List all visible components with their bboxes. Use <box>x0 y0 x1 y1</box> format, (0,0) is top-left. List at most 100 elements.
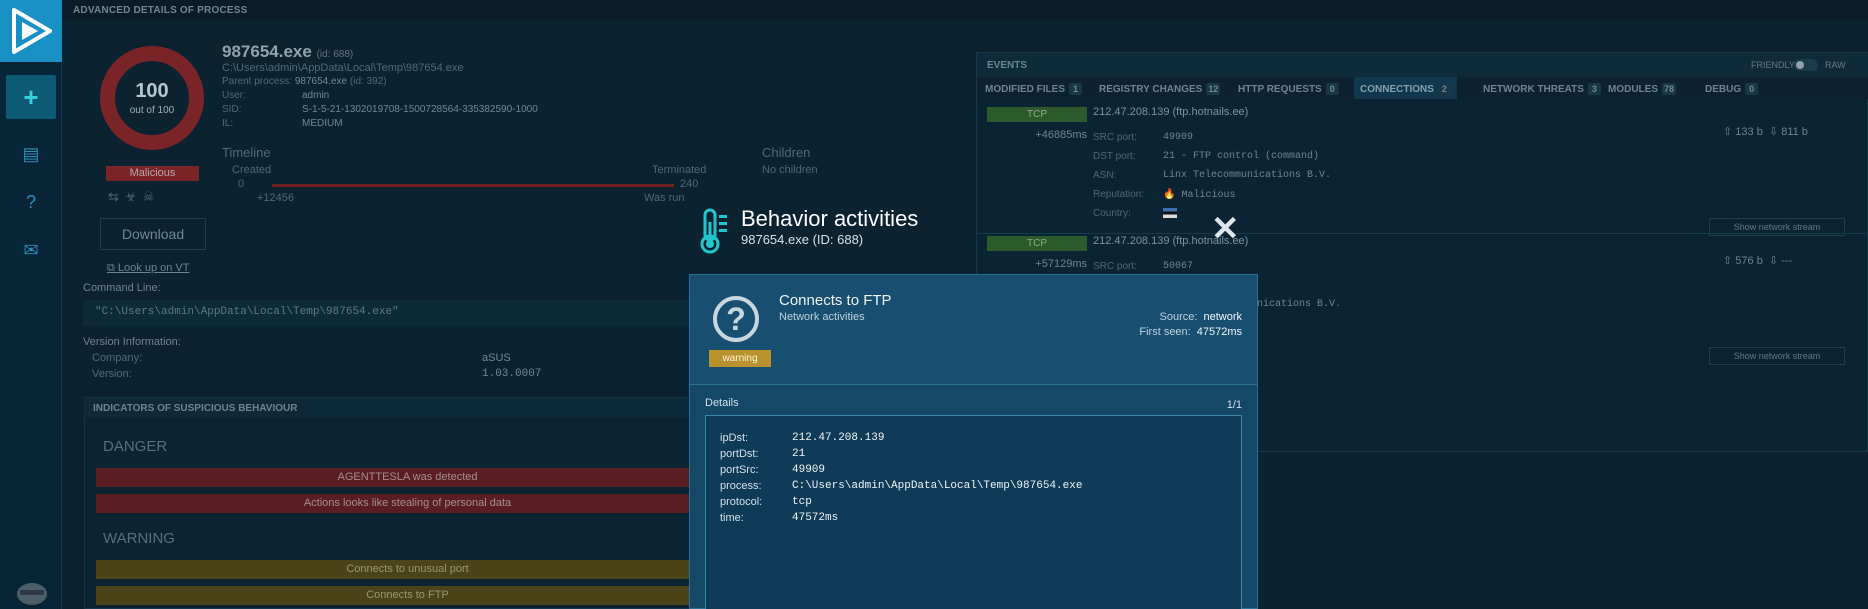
detail-row-portdst: portDst: 21 <box>720 448 806 460</box>
flag-icon <box>1163 208 1177 218</box>
spy-flag-icon: ☠ <box>142 189 161 204</box>
version-info-label: Version Information: <box>83 336 181 348</box>
command-line-value: "C:\Users\admin\AppData\Local\Temp\98765… <box>83 300 717 326</box>
behavior-card: ? Connects to FTP Network activities war… <box>689 274 1258 609</box>
indicator-danger-row[interactable]: AGENTTESLA was detected <box>96 468 719 487</box>
tab-registry-changes[interactable]: REGISTRY CHANGES 12 <box>1093 77 1226 99</box>
timeline-start-offset: +12456 <box>257 192 295 204</box>
country-row: Country: <box>1093 208 1177 219</box>
sidebar: + ▤ ? ✉ <box>0 0 62 609</box>
behavior-card-category: Network activities <box>779 311 865 323</box>
sid-row: SID: S-1-5-21-1302019708-1500728564-3353… <box>222 104 538 115</box>
version-row: Version: 1.03.0007 <box>92 368 542 380</box>
details-pagination: 1/1 <box>1226 399 1242 411</box>
connection-time: +46885ms <box>1035 129 1087 141</box>
help-icon: ? <box>25 191 36 212</box>
tab-network-threats[interactable]: NETWORK THREATS 3 <box>1477 77 1607 99</box>
danger-group-label: DANGER <box>103 438 168 455</box>
behavior-subtitle: 987654.exe (ID: 688) <box>741 232 864 247</box>
network-flag-icon: ⇆ <box>108 189 125 204</box>
verdict-badge: Malicious <box>106 166 199 181</box>
il-row: IL: MEDIUM <box>222 118 343 129</box>
protocol-badge: TCP <box>987 107 1087 122</box>
toggle-knob <box>1796 61 1804 69</box>
behavior-card-header: ? Connects to FTP Network activities war… <box>690 275 1257 385</box>
tab-modules[interactable]: MODULES 78 <box>1602 77 1682 99</box>
sidebar-reports-button[interactable]: ▤ <box>6 132 56 176</box>
friendly-mode-label: FRIENDLY <box>1751 60 1795 70</box>
sidebar-new-task-button[interactable]: + <box>6 75 56 119</box>
fire-icon: 🔥 <box>1163 190 1176 201</box>
view-mode-toggle[interactable] <box>1794 59 1818 71</box>
detail-row-ipdst: ipDst: 212.47.208.139 <box>720 432 885 444</box>
sidebar-contact-button[interactable]: ✉ <box>6 228 56 272</box>
events-header: EVENTS FRIENDLY RAW <box>977 53 1868 77</box>
timeline-terminated-value: 240 <box>680 178 699 190</box>
details-box: ipDst: 212.47.208.139 portDst: 21 portSrc:… <box>705 415 1242 609</box>
indicator-warning-row[interactable]: Connects to unusual port <box>96 560 719 579</box>
indicators-panel: INDICATORS OF SUSPICIOUS BEHAVIOUR DANGE… <box>84 397 719 609</box>
download-button[interactable]: Download <box>100 218 206 250</box>
first-seen-row: First seen: 47572ms <box>1139 326 1242 338</box>
show-network-stream-button[interactable]: Show network stream <box>1709 347 1845 365</box>
events-title: EVENTS <box>987 60 1028 71</box>
timeline-title: Timeline <box>222 145 271 160</box>
upload-icon: ⇧ <box>1723 255 1733 267</box>
details-label: Details <box>705 397 739 409</box>
detail-row-portsrc: portSrc: 49909 <box>720 464 826 476</box>
timeline-was-run: Was run <box>644 192 685 204</box>
timeline-created-value: 0 <box>238 178 245 190</box>
indicator-danger-row[interactable]: Actions looks like stealing of personal … <box>96 494 719 513</box>
app-root: + ▤ ? ✉ ADVANCED DETAILS OF PROCESS 100 … <box>0 0 1868 609</box>
upload-icon: ⇧ <box>1723 126 1733 138</box>
children-value: No children <box>762 164 818 176</box>
mascot-icon <box>17 583 47 605</box>
sidebar-help-button[interactable]: ? <box>6 180 56 224</box>
score-value: 100 <box>135 80 169 102</box>
connection-bytes: ⇧ 576 b ⇩ --- <box>1723 255 1793 267</box>
close-overlay-button[interactable]: ✕ <box>1211 212 1240 246</box>
tab-debug[interactable]: DEBUG 0 <box>1699 77 1764 99</box>
timeline-bar <box>272 184 674 187</box>
src-port-row: SRC port: 49909 <box>1093 132 1194 143</box>
detail-row-process: process: C:\Users\admin\AppData\Local\Tem… <box>720 480 1083 492</box>
children-title: Children <box>762 145 811 160</box>
plus-icon: + <box>23 81 39 112</box>
download-icon: ⇩ <box>1768 126 1779 138</box>
behavior-card-title: Connects to FTP <box>779 292 892 309</box>
mail-icon: ✉ <box>23 239 39 260</box>
indicators-title: INDICATORS OF SUSPICIOUS BEHAVIOUR <box>85 398 719 418</box>
severity-badge: warning <box>709 350 771 367</box>
connection-bytes: ⇧ 133 b ⇩ 811 b <box>1723 126 1808 138</box>
thermometer-icon <box>700 208 727 254</box>
download-icon: ⇩ <box>1768 255 1779 267</box>
page-title: ADVANCED DETAILS OF PROCESS <box>73 5 248 16</box>
page-header: ADVANCED DETAILS OF PROCESS <box>62 0 1868 20</box>
tab-connections[interactable]: CONNECTIONS 2 <box>1354 77 1457 99</box>
timeline-created-label: Created <box>232 164 272 176</box>
biohazard-flag-icon: ☣ <box>124 189 143 204</box>
external-link-icon: ⧉ <box>107 262 115 274</box>
score-subtitle: out of 100 <box>129 105 175 116</box>
indicator-warning-row[interactable]: Connects to FTP <box>96 586 719 605</box>
connection-host: 212.47.208.139 (ftp.hotnails.ee) <box>1093 106 1249 118</box>
lookup-vt-link[interactable]: ⧉ Look up on VT <box>107 262 189 275</box>
parent-process: Parent process: 987654.exe (id: 392) <box>222 76 387 87</box>
dst-port-row: DST port: 21 - FTP control (command) <box>1093 151 1320 162</box>
connection-time: +57129ms <box>1035 258 1087 270</box>
behavior-title: Behavior activities <box>741 206 919 231</box>
document-icon: ▤ <box>22 143 40 164</box>
detail-row-time: time: 47572ms <box>720 512 839 524</box>
command-line-label: Command Line: <box>83 282 161 294</box>
user-row: User: admin <box>222 90 330 101</box>
reputation-row: Reputation: 🔥 Malicious <box>1093 189 1236 201</box>
timeline-terminated-label: Terminated <box>652 164 707 176</box>
raw-mode-label: RAW <box>1825 60 1846 70</box>
company-row: Company: aSUS <box>92 352 511 364</box>
app-logo[interactable] <box>0 0 62 62</box>
process-path: C:\Users\admin\AppData\Local\Temp\987654… <box>222 62 464 74</box>
asn-row: ASN: Linx Telecommunications B.V. <box>1093 170 1332 181</box>
tab-http-requests[interactable]: HTTP REQUESTS 0 <box>1232 77 1345 99</box>
process-id: (id: 688) <box>316 49 354 60</box>
tab-modified-files[interactable]: MODIFIED FILES 1 <box>979 77 1088 99</box>
